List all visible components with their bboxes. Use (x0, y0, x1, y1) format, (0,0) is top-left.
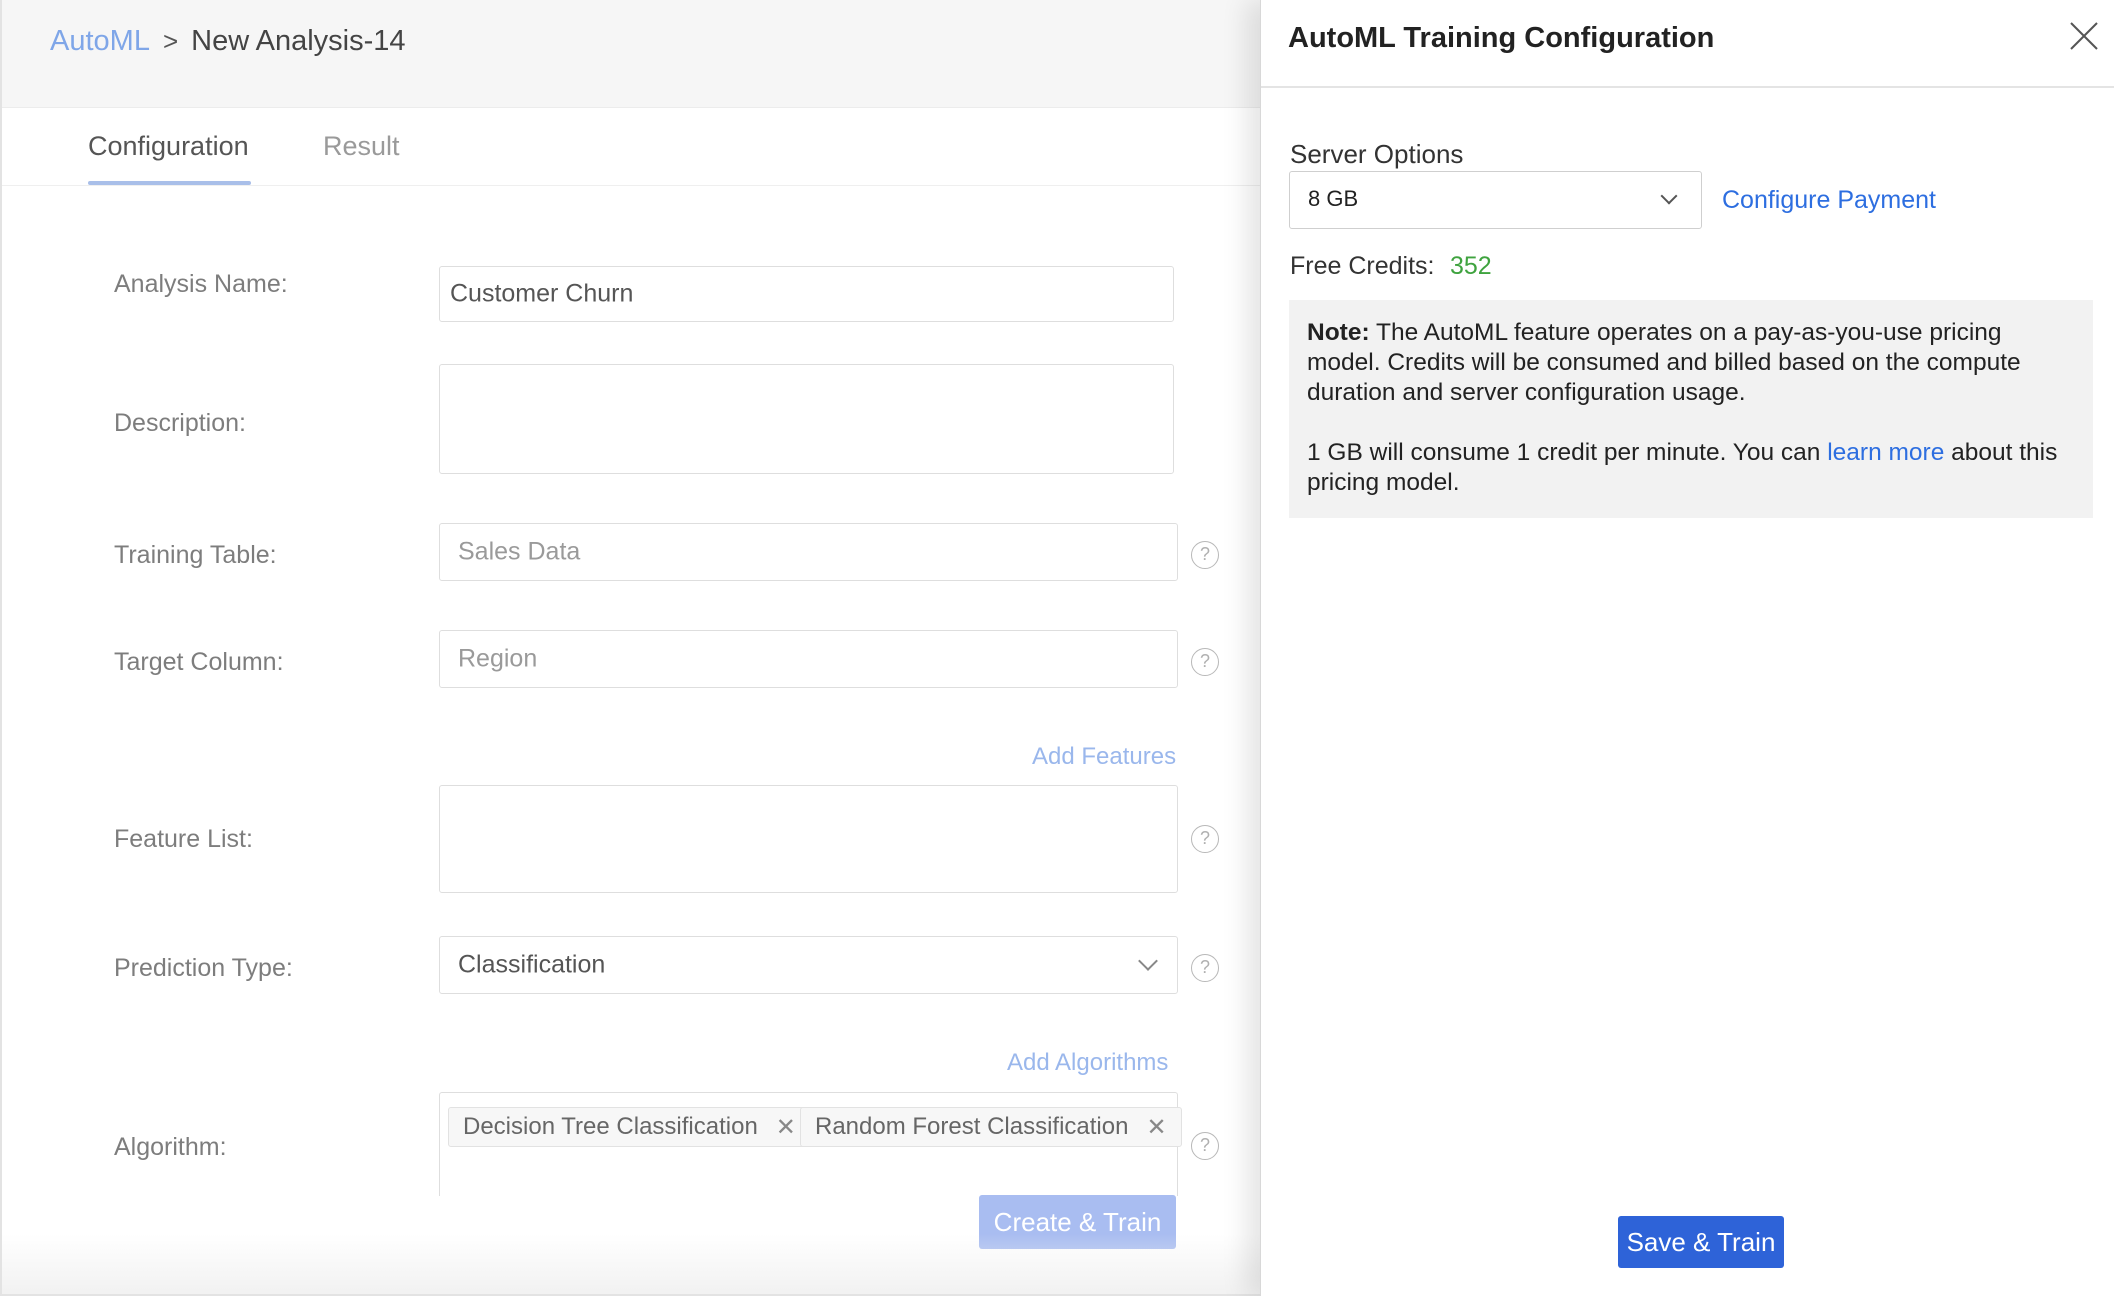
note-paragraph: Note: The AutoML feature operates on a p… (1307, 318, 2075, 408)
algorithm-help-icon[interactable]: ? (1191, 1132, 1219, 1160)
free-credits-label: Free Credits: (1290, 252, 1435, 280)
save-train-button[interactable]: Save & Train (1618, 1216, 1784, 1268)
server-option-value: 8 GB (1308, 186, 1359, 211)
algorithm-chip: Random Forest Classification ✕ (800, 1107, 1182, 1147)
tab-bar: Configuration Result (2, 108, 1262, 186)
drawer-header: AutoML Training Configuration (1261, 0, 2114, 88)
chevron-down-icon (1138, 951, 1158, 971)
active-tab-indicator (88, 181, 251, 185)
target-column-label: Target Column: (114, 648, 284, 676)
feature-list-box[interactable] (439, 785, 1178, 893)
chevron-down-icon (1660, 187, 1678, 205)
server-options-label: Server Options (1290, 139, 1464, 169)
pricing-note: Note: The AutoML feature operates on a p… (1289, 300, 2093, 518)
note-heading: Note: (1307, 319, 1370, 346)
free-credits-value: 352 (1450, 252, 1492, 280)
breadcrumb-automl-link[interactable]: AutoML (50, 25, 150, 58)
note-text: The AutoML feature operates on a pay-as-… (1307, 319, 2021, 406)
page-header: AutoML > New Analysis-14 (2, 0, 1262, 108)
breadcrumb-separator: > (162, 26, 179, 56)
close-icon[interactable] (2068, 20, 2100, 52)
prediction-type-help-icon[interactable]: ? (1191, 954, 1219, 982)
feature-list-label: Feature List: (114, 825, 253, 853)
target-column-value: Region (458, 644, 538, 673)
drawer-title: AutoML Training Configuration (1288, 22, 1715, 54)
target-column-help-icon[interactable]: ? (1191, 648, 1219, 676)
training-table-value: Sales Data (458, 537, 581, 566)
analysis-name-input[interactable]: Customer Churn (439, 266, 1174, 322)
bottom-fade (2, 1234, 1262, 1294)
server-options-select[interactable]: 8 GB (1289, 171, 1702, 229)
note-paragraph: 1 GB will consume 1 credit per minute. Y… (1307, 438, 2075, 498)
feature-list-help-icon[interactable]: ? (1191, 825, 1219, 853)
algorithm-chip: Decision Tree Classification ✕ (448, 1107, 811, 1147)
training-table-label: Training Table: (114, 541, 277, 569)
analysis-page: AutoML > New Analysis-14 Configuration R… (0, 0, 1262, 1296)
analysis-name-value: Customer Churn (450, 279, 634, 308)
learn-more-link[interactable]: learn more (1827, 439, 1944, 466)
description-label: Description: (114, 409, 246, 437)
target-column-field: Region (439, 630, 1178, 688)
training-table-help-icon[interactable]: ? (1191, 541, 1219, 569)
chip-label: Random Forest Classification (815, 1113, 1129, 1140)
add-features-link[interactable]: Add Features (1032, 743, 1176, 771)
breadcrumb: AutoML > New Analysis-14 (50, 25, 406, 58)
configure-payment-link[interactable]: Configure Payment (1722, 186, 1936, 215)
remove-chip-icon[interactable]: ✕ (776, 1113, 796, 1142)
prediction-type-select[interactable]: Classification (439, 936, 1178, 994)
breadcrumb-current: New Analysis-14 (191, 25, 406, 57)
training-config-drawer: AutoML Training Configuration Server Opt… (1260, 0, 2114, 1296)
algorithm-box[interactable]: Decision Tree Classification ✕ Random Fo… (439, 1092, 1182, 1196)
chip-label: Decision Tree Classification (463, 1113, 758, 1140)
training-table-field: Sales Data (439, 523, 1178, 581)
prediction-type-label: Prediction Type: (114, 954, 293, 982)
add-algorithms-link[interactable]: Add Algorithms (1007, 1049, 1168, 1077)
tab-result[interactable]: Result (323, 131, 400, 162)
algorithm-label: Algorithm: (114, 1133, 227, 1161)
analysis-name-label: Analysis Name: (114, 270, 288, 298)
note-text: 1 GB will consume 1 credit per minute. Y… (1307, 439, 1828, 466)
remove-chip-icon[interactable]: ✕ (1146, 1113, 1166, 1142)
description-textarea[interactable] (439, 364, 1174, 474)
tab-configuration[interactable]: Configuration (88, 131, 249, 162)
prediction-type-value: Classification (458, 950, 606, 979)
